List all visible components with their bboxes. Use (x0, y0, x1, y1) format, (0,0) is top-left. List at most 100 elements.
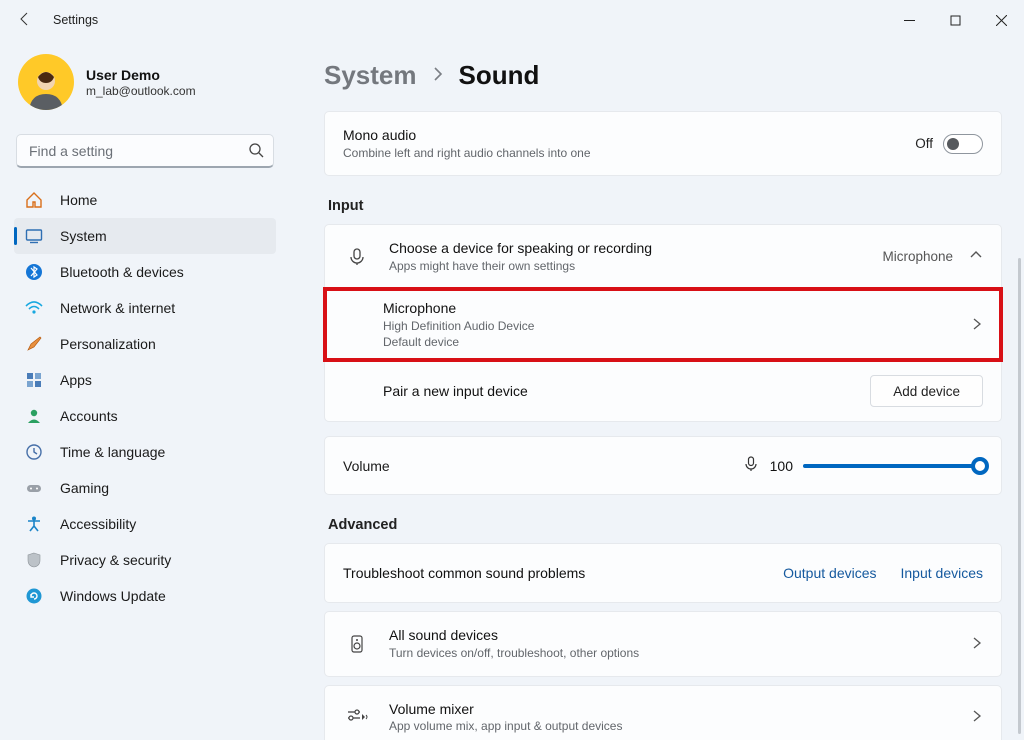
account-email: m_lab@outlook.com (86, 84, 196, 98)
maximize-button[interactable] (932, 0, 978, 40)
microphone-sub2: Default device (383, 334, 961, 350)
nav-item-network[interactable]: Network & internet (14, 290, 276, 326)
mixer-sub: App volume mix, app input & output devic… (389, 718, 961, 734)
minimize-button[interactable] (886, 0, 932, 40)
nav-item-update[interactable]: Windows Update (14, 578, 276, 614)
nav-item-label: Network & internet (60, 300, 175, 316)
scrollbar[interactable] (1018, 258, 1021, 734)
troubleshoot-title: Troubleshoot common sound problems (343, 564, 759, 583)
choose-device-sub: Apps might have their own settings (389, 258, 882, 274)
chevron-up-icon (969, 248, 983, 265)
add-device-button[interactable]: Add device (870, 375, 983, 407)
nav-item-label: Accounts (60, 408, 118, 424)
search-icon (248, 142, 264, 161)
speaker-icon (343, 634, 371, 654)
all-devices-title: All sound devices (389, 626, 961, 645)
gamepad-icon (24, 478, 44, 498)
mono-title: Mono audio (343, 126, 915, 145)
all-sound-devices-card[interactable]: All sound devices Turn devices on/off, t… (324, 611, 1002, 676)
pair-input-device-row: Pair a new input device Add device (325, 361, 1001, 421)
search-container (16, 134, 274, 168)
nav-item-time-language[interactable]: Time & language (14, 434, 276, 470)
nav-item-label: Home (60, 192, 97, 208)
system-icon (24, 226, 44, 246)
search-input[interactable] (16, 134, 274, 168)
pair-title: Pair a new input device (383, 382, 870, 401)
nav-item-label: Personalization (60, 336, 156, 352)
all-devices-sub: Turn devices on/off, troubleshoot, other… (389, 645, 961, 661)
window-title: Settings (53, 13, 98, 27)
nav-item-label: Privacy & security (60, 552, 171, 568)
section-advanced-header: Advanced (328, 517, 1002, 533)
clock-icon (24, 442, 44, 462)
chevron-right-icon (971, 709, 983, 725)
nav-item-home[interactable]: Home (14, 182, 276, 218)
mono-toggle[interactable] (943, 134, 983, 154)
input-card: Choose a device for speaking or recordin… (324, 224, 1002, 422)
troubleshoot-card: Troubleshoot common sound problems Outpu… (324, 543, 1002, 603)
sidebar: User Demo m_lab@outlook.com Home System … (0, 40, 290, 740)
output-devices-link[interactable]: Output devices (783, 565, 876, 581)
volume-label: Volume (343, 458, 390, 474)
nav-item-privacy[interactable]: Privacy & security (14, 542, 276, 578)
back-button[interactable] (15, 11, 35, 30)
breadcrumb-current: Sound (459, 60, 540, 91)
microphone-device-row[interactable]: Microphone High Definition Audio Device … (325, 289, 1001, 360)
update-icon (24, 586, 44, 606)
volume-value: 100 (770, 458, 793, 474)
account-name: User Demo (86, 67, 196, 83)
mono-state-label: Off (915, 136, 933, 151)
volume-mixer-card[interactable]: Volume mixer App volume mix, app input &… (324, 685, 1002, 740)
microphone-icon (343, 247, 371, 267)
avatar (18, 54, 74, 110)
nav-item-bluetooth[interactable]: Bluetooth & devices (14, 254, 276, 290)
microphone-icon[interactable] (742, 455, 760, 476)
nav-item-accounts[interactable]: Accounts (14, 398, 276, 434)
nav-item-label: Windows Update (60, 588, 166, 604)
nav-item-apps[interactable]: Apps (14, 362, 276, 398)
titlebar: Settings (0, 0, 1024, 40)
close-button[interactable] (978, 0, 1024, 40)
nav-item-gaming[interactable]: Gaming (14, 470, 276, 506)
choose-device-title: Choose a device for speaking or recordin… (389, 239, 882, 258)
breadcrumb: System Sound (324, 60, 1002, 91)
input-volume-row: Volume 100 (325, 437, 1001, 494)
nav-item-accessibility[interactable]: Accessibility (14, 506, 276, 542)
account-header[interactable]: User Demo m_lab@outlook.com (14, 50, 276, 128)
volume-slider[interactable] (803, 457, 983, 475)
troubleshoot-row: Troubleshoot common sound problems Outpu… (325, 544, 1001, 602)
nav-item-label: Time & language (60, 444, 165, 460)
selected-input-device: Microphone (882, 249, 953, 264)
microphone-sub: High Definition Audio Device (383, 318, 961, 334)
mixer-title: Volume mixer (389, 700, 961, 719)
window-controls (886, 0, 1024, 40)
content-area: System Sound Mono audio Combine left and… (290, 40, 1024, 740)
apps-icon (24, 370, 44, 390)
input-devices-link[interactable]: Input devices (901, 565, 984, 581)
chevron-right-icon (971, 317, 983, 333)
microphone-title: Microphone (383, 299, 961, 318)
wifi-icon (24, 298, 44, 318)
nav-item-label: Accessibility (60, 516, 136, 532)
nav-item-system[interactable]: System (14, 218, 276, 254)
nav-item-label: System (60, 228, 107, 244)
mono-audio-card: Mono audio Combine left and right audio … (324, 111, 1002, 176)
nav-item-label: Bluetooth & devices (60, 264, 184, 280)
chevron-right-icon (971, 636, 983, 652)
mono-sub: Combine left and right audio channels in… (343, 145, 915, 161)
breadcrumb-parent[interactable]: System (324, 60, 417, 91)
bluetooth-icon (24, 262, 44, 282)
nav-list: Home System Bluetooth & devices Network … (14, 182, 276, 614)
chevron-right-icon (431, 65, 445, 86)
section-input-header: Input (328, 198, 1002, 214)
person-icon (24, 406, 44, 426)
brush-icon (24, 334, 44, 354)
choose-input-device-row[interactable]: Choose a device for speaking or recordin… (325, 225, 1001, 288)
home-icon (24, 190, 44, 210)
mixer-icon (343, 707, 371, 727)
accessibility-icon (24, 514, 44, 534)
nav-item-personalization[interactable]: Personalization (14, 326, 276, 362)
mono-audio-row[interactable]: Mono audio Combine left and right audio … (325, 112, 1001, 175)
nav-item-label: Apps (60, 372, 92, 388)
nav-item-label: Gaming (60, 480, 109, 496)
